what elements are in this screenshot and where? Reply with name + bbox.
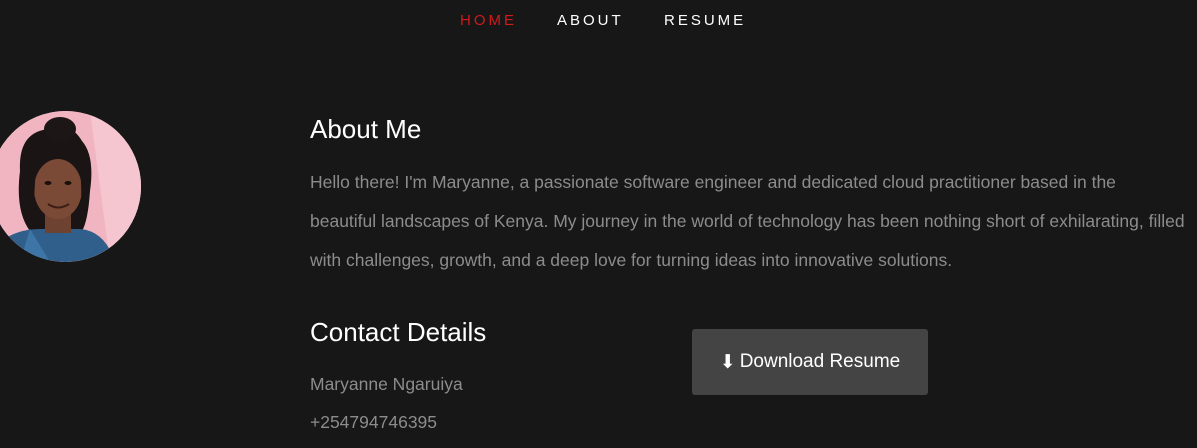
about-paragraph: Hello there! I'm Maryanne, a passionate … bbox=[310, 172, 1185, 270]
nav-about-link[interactable]: ABOUT bbox=[557, 11, 624, 31]
about-heading: About Me bbox=[310, 114, 422, 144]
download-arrow-icon: ⬇ bbox=[719, 351, 736, 373]
profile-photo-illustration bbox=[0, 111, 141, 262]
nav-home-link[interactable]: HOME bbox=[460, 11, 517, 31]
download-resume-label: Download Resume bbox=[739, 351, 901, 372]
top-nav: HOME ABOUT RESUME bbox=[0, 11, 1197, 31]
contact-name: Maryanne Ngaruiya bbox=[310, 374, 463, 394]
page: HOME ABOUT RESUME About Me Hello there! … bbox=[0, 0, 1197, 448]
contact-phone: +254794746395 bbox=[310, 412, 438, 432]
profile-avatar bbox=[0, 111, 141, 262]
contact-heading: Contact Details bbox=[310, 317, 487, 347]
nav-resume-link[interactable]: RESUME bbox=[664, 11, 746, 31]
download-resume-button[interactable]: ⬇ Download Resume bbox=[692, 329, 928, 395]
